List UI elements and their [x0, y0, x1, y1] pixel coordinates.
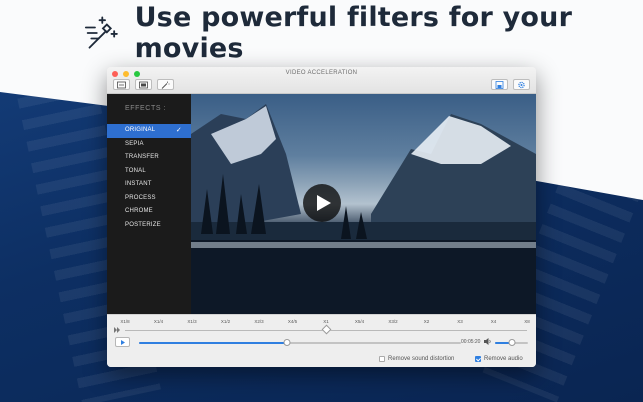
magic-wand-icon [161, 81, 170, 89]
effect-item-instant[interactable]: INSTANT [107, 178, 191, 192]
speed-tick-label: X3/2 [388, 319, 398, 324]
remove-audio-label: Remove audio [484, 356, 523, 362]
effect-item-transfer[interactable]: TRANSFER [107, 151, 191, 165]
app-window: VIDEO ACCELERATION EFFECTS : ORIGINAL ✓ … [107, 67, 536, 367]
effect-item-chrome[interactable]: CHROME [107, 205, 191, 219]
effect-item-tonal[interactable]: TONAL [107, 165, 191, 179]
effect-label: TRANSFER [125, 154, 159, 160]
speed-tick-label: X1/4 [153, 319, 164, 324]
window-title: VIDEO ACCELERATION [285, 70, 358, 76]
effect-item-original[interactable]: ORIGINAL ✓ [107, 124, 191, 138]
magic-wand-icon [84, 16, 118, 49]
effect-label: TONAL [125, 167, 146, 174]
remove-audio-option[interactable]: Remove audio [475, 356, 523, 362]
video-preview[interactable] [191, 94, 536, 314]
speed-tick-label: X4/5 [287, 319, 298, 324]
play-overlay-button[interactable] [303, 184, 341, 222]
speed-tick-label: X2 [423, 319, 430, 324]
save-icon [495, 80, 504, 89]
effect-label: PROCESS [125, 194, 156, 201]
playback-controls: X1/8 X1/4 X1/3 X1/2 X2/3 X4/5 X1 X5/4 X3/2 X2 X3 X4… [107, 314, 536, 367]
seek-thumb[interactable] [283, 339, 291, 346]
remove-sound-distortion-option[interactable]: Remove sound distortion [379, 356, 454, 362]
speed-tick-label: X3 [457, 319, 463, 324]
effect-item-sepia[interactable]: SEPIA [107, 138, 191, 152]
volume-icon[interactable] [484, 338, 492, 345]
play-button[interactable] [115, 337, 130, 347]
video-frame [191, 104, 536, 314]
speed-tick-label: X1/8 [120, 319, 130, 324]
effect-label: SEPIA [125, 140, 144, 147]
time-display: 00:05:20 [461, 339, 481, 345]
headline-title: Use powerful filters for your movies [134, 2, 573, 64]
effect-label: CHROME [125, 208, 153, 214]
speed-tick-label: X1/3 [187, 319, 197, 324]
open-file-button[interactable] [113, 79, 130, 90]
settings-button[interactable] [513, 79, 530, 90]
speed-tick-label: X1/2 [220, 319, 231, 324]
effects-sidebar: EFFECTS : ORIGINAL ✓ SEPIA TRANSFER TONA… [107, 94, 191, 314]
effects-toggle-button[interactable] [157, 79, 174, 90]
main-content: EFFECTS : ORIGINAL ✓ SEPIA TRANSFER TONA… [107, 94, 536, 314]
effects-title: EFFECTS : [125, 105, 167, 112]
open-file-icon [117, 81, 126, 88]
speed-tick-label: X2/3 [254, 319, 264, 324]
seek-slider[interactable] [139, 339, 461, 346]
headline: Use powerful filters for your movies [84, 2, 643, 64]
speed-tick-label: X5/4 [354, 319, 365, 324]
effects-list: ORIGINAL ✓ SEPIA TRANSFER TONAL INSTANT … [107, 124, 191, 232]
speed-tick-label: X4 [490, 319, 497, 324]
remove-sound-distortion-label: Remove sound distortion [388, 356, 455, 362]
volume-slider[interactable] [495, 339, 528, 346]
volume-thumb[interactable] [508, 339, 515, 346]
effect-item-process[interactable]: PROCESS [107, 192, 191, 206]
speed-icon [114, 327, 120, 333]
save-button[interactable] [491, 79, 508, 90]
effect-item-posterize[interactable]: POSTERIZE [107, 219, 191, 233]
effect-label: POSTERIZE [125, 221, 161, 228]
speed-tick-label: X8 [524, 319, 530, 324]
play-icon [316, 195, 331, 211]
gear-icon [518, 81, 525, 88]
remove-sound-distortion-checkbox[interactable] [379, 356, 385, 362]
effect-label: INSTANT [125, 181, 152, 187]
effect-label: ORIGINAL [125, 127, 156, 133]
remove-audio-checkbox[interactable] [475, 356, 481, 362]
export-button[interactable] [135, 79, 152, 90]
checkmark-icon: ✓ [175, 127, 182, 134]
title-bar: VIDEO ACCELERATION [107, 67, 536, 94]
seek-progress [139, 342, 288, 344]
export-icon [139, 81, 148, 88]
play-icon [120, 339, 125, 345]
